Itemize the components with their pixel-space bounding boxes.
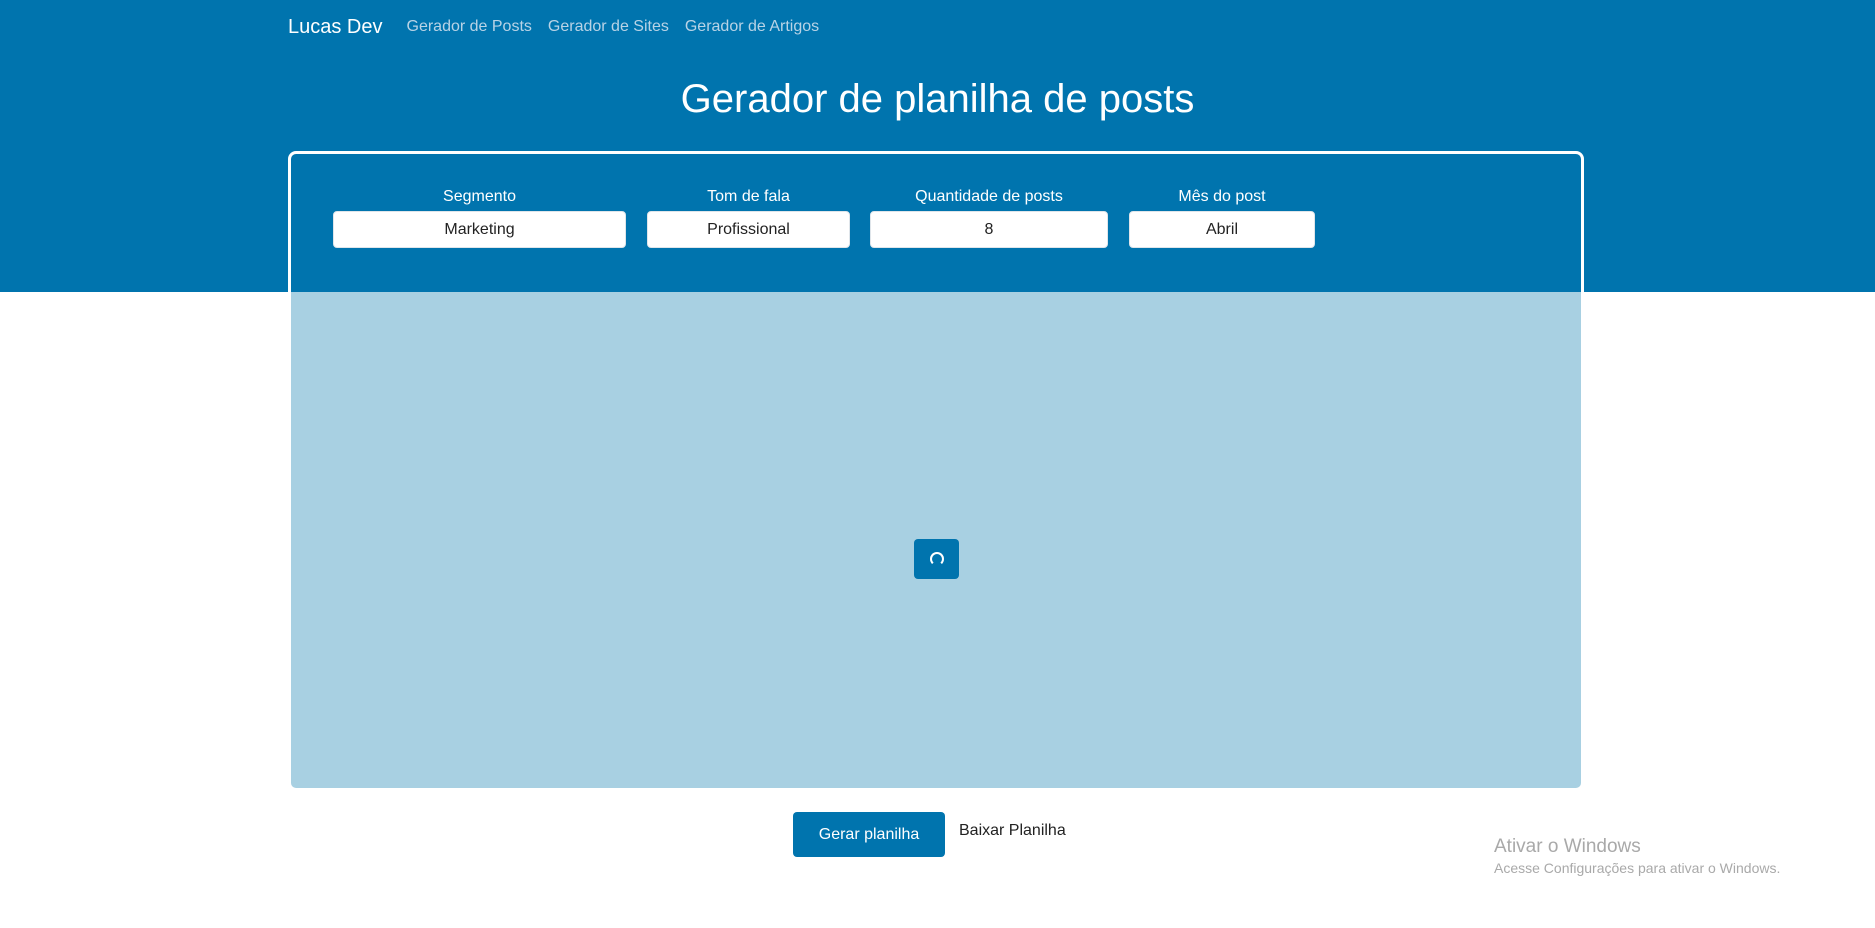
tone-input[interactable] (647, 211, 850, 248)
generator-card: Segmento Tom de fala Quantidade de posts… (288, 151, 1584, 791)
generate-spreadsheet-button[interactable]: Gerar planilha (793, 812, 945, 857)
windows-activation-watermark: Ativar o Windows Acesse Configurações pa… (1494, 835, 1780, 877)
spinner-icon (929, 552, 944, 566)
tone-field: Tom de fala (647, 187, 850, 248)
month-label: Mês do post (1178, 188, 1266, 205)
quantity-field: Quantidade de posts (870, 187, 1108, 248)
nav-link-artigos[interactable]: Gerador de Artigos (685, 18, 819, 36)
brand-link[interactable]: Lucas Dev (288, 16, 383, 39)
month-field: Mês do post (1129, 187, 1315, 248)
watermark-title: Ativar o Windows (1494, 836, 1641, 857)
tone-label: Tom de fala (707, 188, 790, 205)
page-title: Gerador de planilha de posts (680, 77, 1195, 121)
download-spreadsheet-button[interactable]: Baixar Planilha (959, 822, 1066, 840)
nav-link-posts[interactable]: Gerador de Posts (407, 18, 532, 36)
segment-field: Segmento (333, 187, 626, 248)
nav-link-sites[interactable]: Gerador de Sites (548, 18, 669, 36)
watermark-subtitle: Acesse Configurações para ativar o Windo… (1494, 860, 1781, 876)
loading-spinner (914, 539, 959, 579)
segment-input[interactable] (333, 211, 626, 248)
actions-bar: Gerar planilha Baixar Planilha (793, 812, 1066, 857)
quantity-input[interactable] (870, 211, 1108, 248)
quantity-label: Quantidade de posts (915, 188, 1063, 205)
segment-label: Segmento (443, 188, 516, 205)
month-input[interactable] (1129, 211, 1315, 248)
navbar: Lucas Dev Gerador de Posts Gerador de Si… (288, 14, 835, 40)
